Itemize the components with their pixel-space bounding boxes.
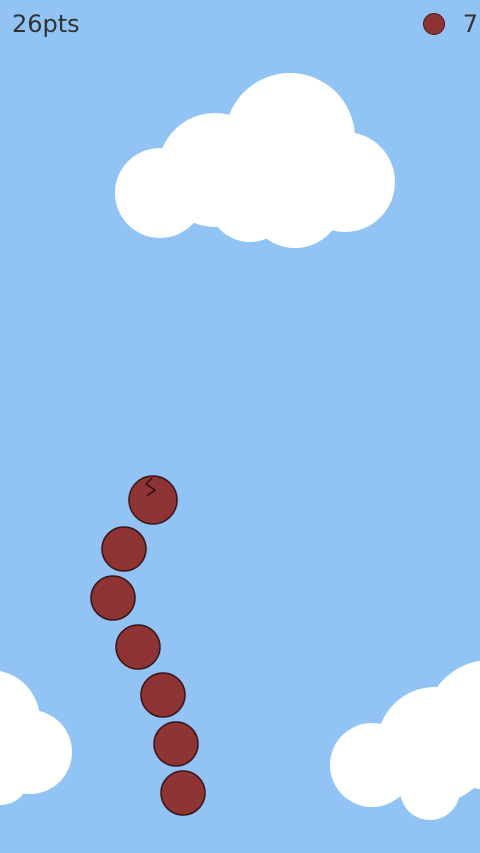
snake-segment [140,672,186,718]
snake-head [128,475,178,525]
snake-segment [160,770,206,816]
score-display: 26pts [12,10,80,38]
snake-segment [153,721,199,767]
lives-counter: 7 [422,10,478,38]
snake-segment [115,624,161,670]
ball-icon [422,13,445,35]
snake-segment [90,575,136,621]
lives-value: 7 [462,10,478,38]
snake-segment [101,526,147,572]
game-canvas[interactable] [0,0,480,853]
